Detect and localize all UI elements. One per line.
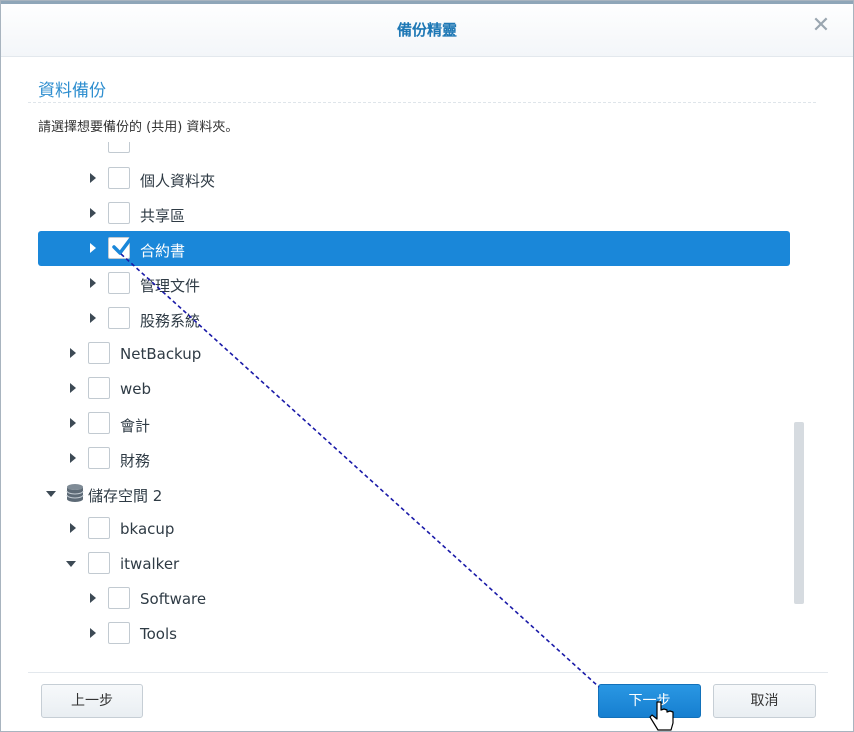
folder-label: 財務 xyxy=(120,452,151,470)
folder-label: 管理文件 xyxy=(140,277,201,295)
expand-arrow-icon[interactable] xyxy=(70,418,76,428)
tree-row[interactable]: web xyxy=(38,371,790,406)
collapse-arrow-icon[interactable] xyxy=(46,491,56,497)
folder-checkbox[interactable] xyxy=(108,622,130,644)
folder-checkbox[interactable] xyxy=(108,272,130,294)
collapse-arrow-icon[interactable] xyxy=(66,561,76,567)
folder-checkbox[interactable] xyxy=(108,142,130,153)
tree-row[interactable]: Tools xyxy=(38,616,790,651)
folder-checkbox[interactable] xyxy=(88,517,110,539)
expand-arrow-icon[interactable] xyxy=(70,523,76,533)
expand-arrow-icon[interactable] xyxy=(70,453,76,463)
section-heading: 資料備份 xyxy=(38,81,106,101)
folder-label: 會計 xyxy=(120,417,151,435)
tree-row[interactable]: Software xyxy=(38,581,790,616)
expand-arrow-icon[interactable] xyxy=(90,278,96,288)
previous-button[interactable]: 上一步 xyxy=(41,684,143,718)
folder-label: web xyxy=(120,380,152,398)
folder-label: NetBackup xyxy=(120,345,202,363)
volume-label: 儲存空間 2 xyxy=(88,487,163,505)
folder-checkbox[interactable] xyxy=(88,342,110,364)
folder-checkbox[interactable] xyxy=(108,167,130,189)
folder-label: Tools xyxy=(140,625,177,643)
folder-label: 共享區 xyxy=(140,207,186,225)
folder-checkbox[interactable] xyxy=(88,412,110,434)
checkmark-icon xyxy=(112,235,133,255)
tree-row[interactable]: NetBackup xyxy=(38,336,790,371)
title-bar: 備份精靈 ✕ xyxy=(1,1,853,57)
folder-checkbox[interactable] xyxy=(88,377,110,399)
folder-label: itwalker xyxy=(120,555,180,573)
folder-label: 股務系統 xyxy=(140,312,201,330)
expand-arrow-icon[interactable] xyxy=(90,208,96,218)
expand-arrow-icon[interactable] xyxy=(90,313,96,323)
tree-row[interactable]: 管理文件 xyxy=(38,266,790,301)
scrollbar-thumb[interactable] xyxy=(794,422,804,604)
folder-checkbox[interactable] xyxy=(108,307,130,329)
folder-checkbox[interactable] xyxy=(88,447,110,469)
tree-row[interactable]: bkacup xyxy=(38,511,790,546)
folder-checkbox[interactable] xyxy=(88,552,110,574)
database-icon xyxy=(66,484,84,502)
expand-arrow-icon[interactable] xyxy=(90,593,96,603)
tree-row[interactable]: 會計 xyxy=(38,406,790,441)
backup-wizard-dialog: 備份精靈 ✕ 資料備份 請選擇想要備份的 (共用) 資料夾。 個人資料夾 共享區 xyxy=(0,0,854,732)
tree-row[interactable]: 財務 xyxy=(38,441,790,476)
tree-row[interactable]: 共享區 xyxy=(38,196,790,231)
close-icon[interactable]: ✕ xyxy=(811,15,831,37)
folder-checkbox-checked[interactable] xyxy=(108,235,133,259)
title-bar-accent xyxy=(1,1,853,4)
folder-label: 合約書 xyxy=(140,242,186,260)
tree-row-volume[interactable]: 儲存空間 2 xyxy=(38,476,790,511)
expand-arrow-icon[interactable] xyxy=(70,383,76,393)
folder-label: 個人資料夾 xyxy=(140,172,216,190)
tree-row[interactable]: 個人資料夾 xyxy=(38,161,790,196)
expand-arrow-icon[interactable] xyxy=(90,173,96,183)
tree-row[interactable]: itwalker xyxy=(38,546,790,581)
folder-label: Software xyxy=(140,590,207,608)
cancel-button[interactable]: 取消 xyxy=(713,684,816,718)
instruction-text: 請選擇想要備份的 (共用) 資料夾。 xyxy=(38,120,239,135)
expand-arrow-icon[interactable] xyxy=(90,243,96,253)
expand-arrow-icon[interactable] xyxy=(70,348,76,358)
folder-label: bkacup xyxy=(120,520,175,538)
dialog-title: 備份精靈 xyxy=(396,21,457,39)
divider xyxy=(28,102,816,103)
tree-row[interactable]: 股務系統 xyxy=(38,301,790,336)
folder-tree: 個人資料夾 共享區 合約書 管理文件 股務系統 NetBackup web 會計… xyxy=(28,142,793,666)
expand-arrow-icon[interactable] xyxy=(90,628,96,638)
folder-checkbox[interactable] xyxy=(108,202,130,224)
tree-row-selected[interactable]: 合約書 xyxy=(38,231,790,266)
folder-checkbox[interactable] xyxy=(108,587,130,609)
next-button[interactable]: 下一步 xyxy=(598,684,701,718)
footer-divider xyxy=(28,672,828,673)
tree-row-clipped xyxy=(38,142,790,160)
